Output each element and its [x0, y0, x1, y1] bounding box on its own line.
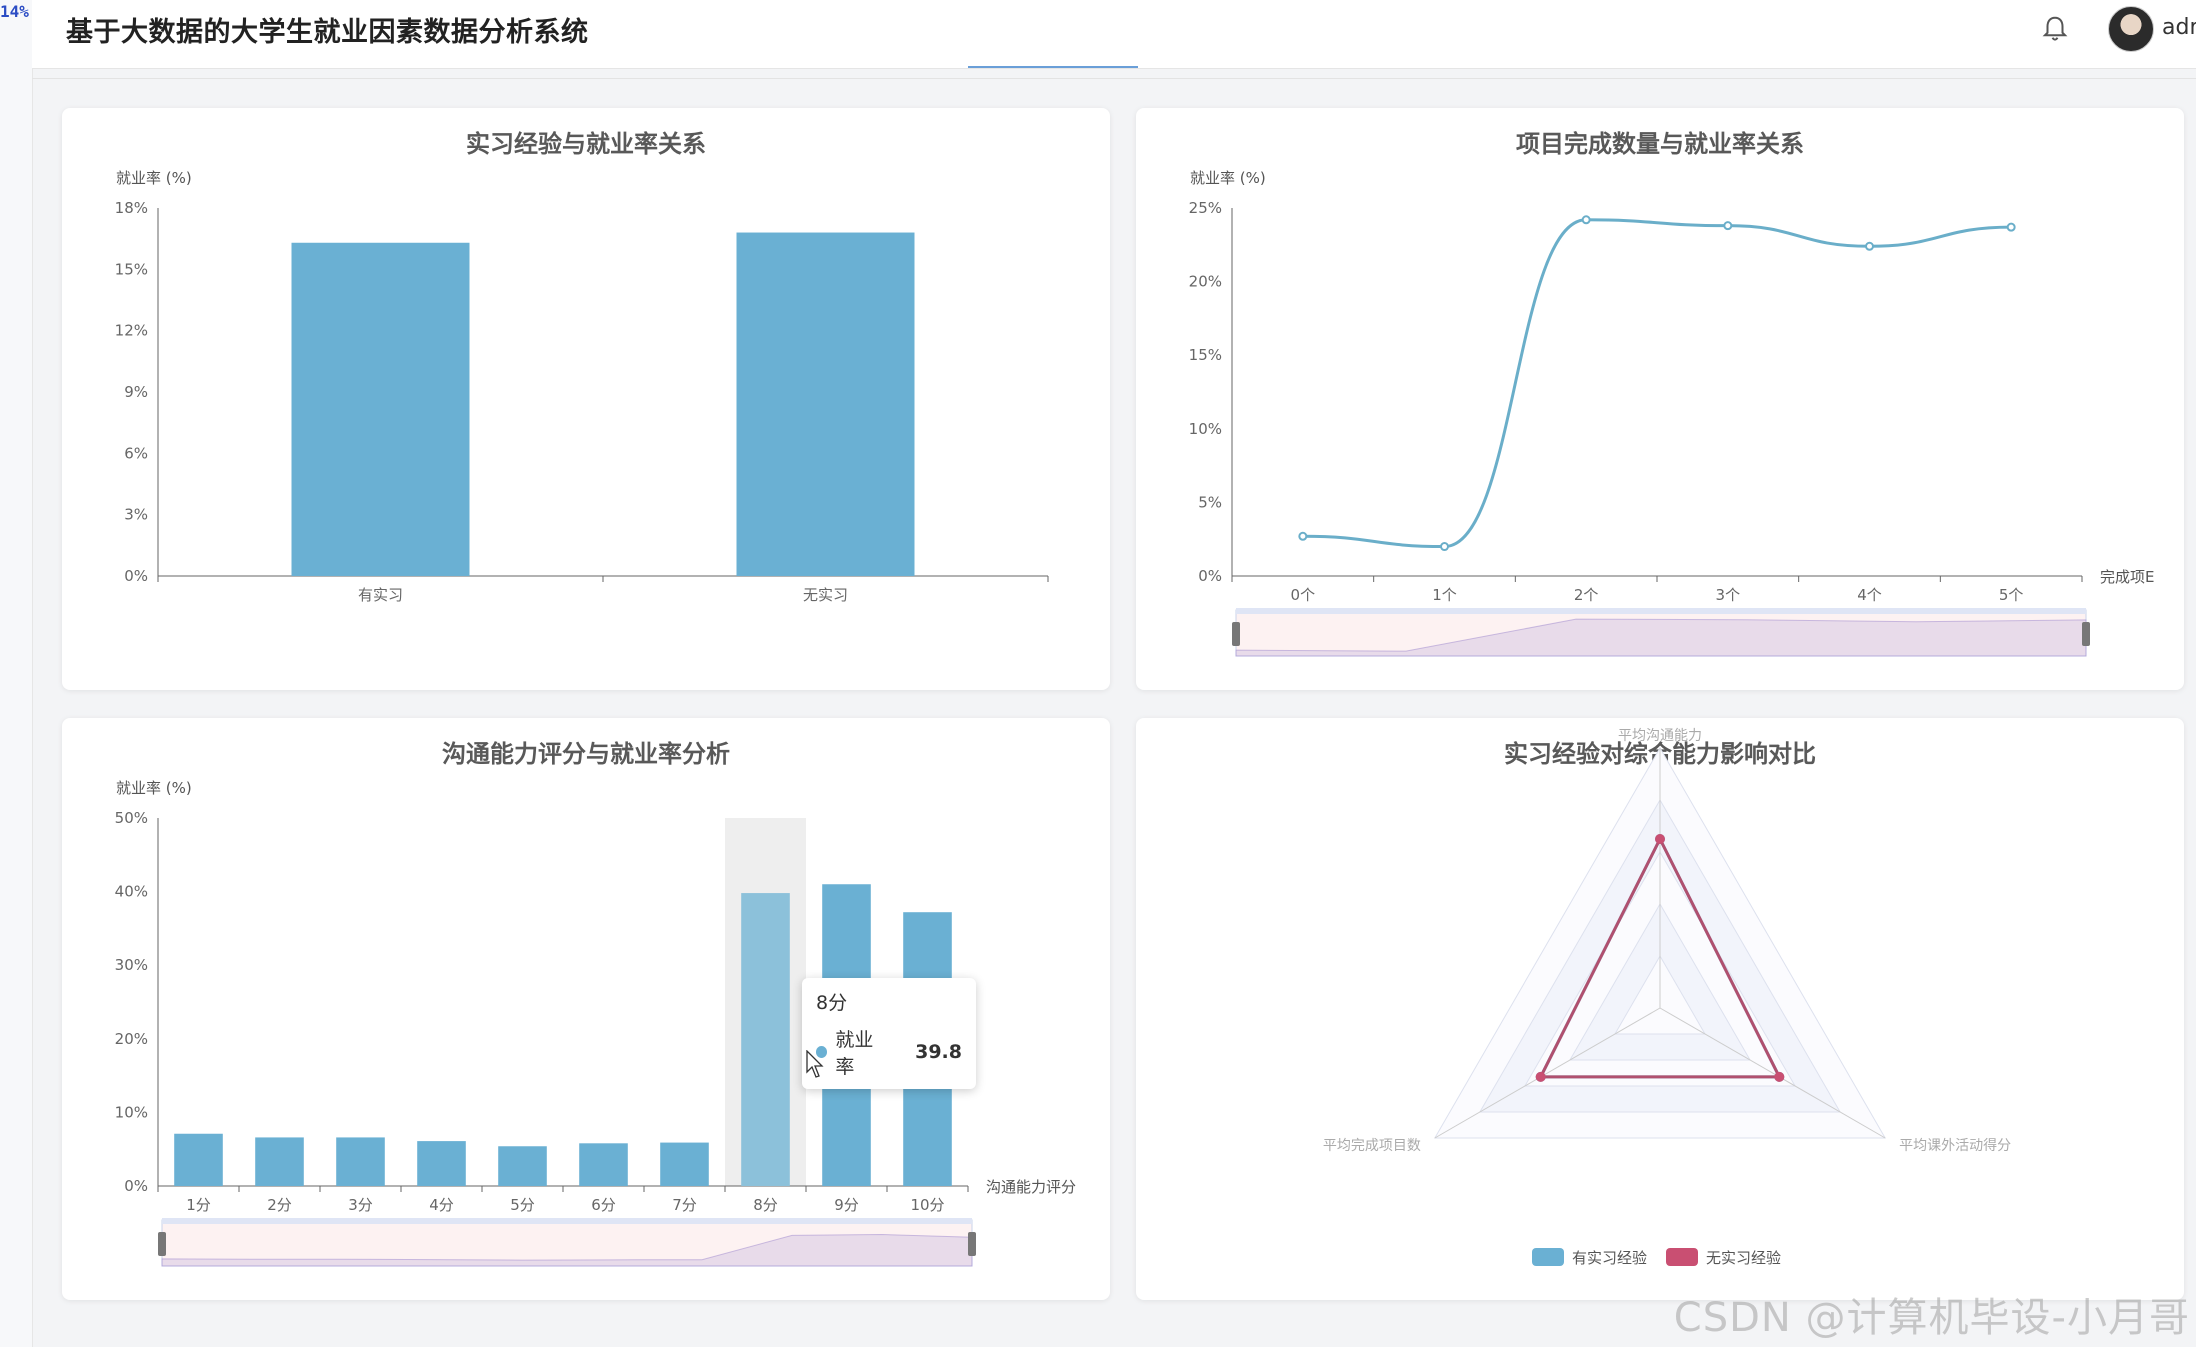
legend-swatch-无实习经验	[1666, 1248, 1698, 1266]
data-point-0个	[1298, 531, 1308, 541]
bar-5分	[498, 1146, 547, 1186]
tooltip-value: 39.8	[915, 1041, 962, 1063]
bar-1分	[174, 1133, 223, 1186]
y-tick-label: 12%	[115, 322, 148, 340]
bar-6分	[579, 1143, 628, 1186]
bar-7分	[660, 1142, 709, 1186]
legend-label: 无实习经验	[1706, 1249, 1781, 1267]
x-tick-label: 1分	[186, 1196, 211, 1214]
radar-indicator-label: 平均完成项目数	[1323, 1138, 1421, 1154]
left-sidebar-strip	[0, 0, 33, 1347]
datazoom-top-bar	[1236, 608, 2086, 614]
bar-4分	[417, 1141, 466, 1186]
radar-indicator-label: 平均沟通能力	[1618, 728, 1702, 744]
data-point-5个	[2006, 222, 2016, 232]
radar-point	[1535, 1071, 1546, 1082]
bar-3分	[336, 1137, 385, 1186]
radar-indicator-label: 平均课外活动得分	[1899, 1137, 2011, 1154]
x-tick-label: 3分	[348, 1196, 373, 1214]
radar-point	[1655, 834, 1665, 844]
y-tick-label: 6%	[124, 444, 148, 462]
chart-tooltip: 8分 就业率 39.8	[802, 978, 976, 1089]
bell-icon[interactable]	[2040, 14, 2070, 44]
y-tick-label: 0%	[124, 567, 148, 585]
x-tick-label: 6分	[591, 1196, 616, 1214]
y-tick-label: 0%	[1198, 567, 1222, 585]
radar-chart-card: 实习经验对综合能力影响对比平均沟通能力平均课外活动得分平均完成项目数有实习经验无…	[1136, 718, 2184, 1300]
radar-chart: 实习经验对综合能力影响对比平均沟通能力平均课外活动得分平均完成项目数有实习经验无…	[1323, 728, 2011, 1267]
y-tick-label: 5%	[1198, 493, 1222, 511]
header-divider	[32, 78, 2196, 79]
data-point-4个	[1865, 241, 1874, 251]
datazoom-top-bar	[162, 1218, 972, 1224]
active-tab-indicator	[968, 66, 1138, 68]
datazoom-right-handle	[2082, 622, 2090, 646]
x-tick-label: 4个	[1857, 586, 1882, 604]
x-tick-label: 3个	[1716, 586, 1741, 604]
x-tick-label: 10分	[910, 1196, 944, 1214]
data-point-3个	[1723, 221, 1733, 231]
x-tick-label: 2分	[267, 1196, 292, 1214]
bar-有实习	[291, 242, 470, 576]
chart-title: 实习经验与就业率关系	[466, 130, 706, 158]
x-tick-label: 5个	[1999, 586, 2024, 604]
y-axis-name: 就业率 (%)	[116, 169, 192, 187]
y-tick-label: 25%	[1189, 199, 1222, 217]
username[interactable]: admin	[2162, 15, 2196, 40]
x-tick-label: 4分	[429, 1196, 454, 1214]
mouse-cursor-icon	[806, 1050, 824, 1078]
y-tick-label: 9%	[124, 383, 148, 401]
internship-chart-card: 实习经验与就业率关系就业率 (%) 0% 3% 6% 9% 12% 15% 18% 有实习 无实习	[62, 108, 1110, 690]
y-tick-label: 20%	[115, 1030, 148, 1048]
y-tick-label: 15%	[1189, 346, 1222, 364]
user-avatar[interactable]	[2108, 6, 2154, 52]
x-axis-name: 沟通能力评分	[986, 1178, 1076, 1196]
y-tick-label: 40%	[115, 883, 148, 901]
datazoom-left-handle	[1232, 622, 1240, 646]
app-title: 基于大数据的大学生就业因素数据分析系统	[66, 17, 589, 48]
bar-8分	[741, 893, 790, 1186]
legend-swatch-有实习经验	[1532, 1248, 1564, 1266]
legend-label: 有实习经验	[1572, 1249, 1647, 1267]
internship-bar-chart: 实习经验与就业率关系就业率 (%) 0% 3% 6% 9% 12% 15% 18% 有实习 无实习	[115, 130, 1049, 604]
y-tick-label: 15%	[115, 260, 148, 278]
y-axis-name: 就业率 (%)	[1190, 169, 1266, 187]
projects-chart-card: 项目完成数量与就业率关系就业率 (%) 0% 5% 10% 15% 20% 25% 完成项E 0…	[1136, 108, 2184, 690]
x-tick-label: 5分	[510, 1196, 535, 1214]
x-tick-label: 无实习	[803, 586, 848, 604]
tooltip-series-name: 就业率	[835, 1029, 874, 1078]
x-tick-label: 2个	[1574, 586, 1599, 604]
projects-line-chart: 项目完成数量与就业率关系就业率 (%) 0% 5% 10% 15% 20% 25% 完成项E 0…	[1189, 130, 2154, 657]
bar-无实习	[736, 232, 915, 576]
chart-title: 项目完成数量与就业率关系	[1516, 130, 1804, 158]
x-axis-name: 完成项E	[2100, 568, 2154, 586]
y-tick-label: 18%	[115, 199, 148, 217]
watermark: CSDN @计算机毕设-小月哥	[1673, 1295, 2190, 1341]
y-tick-label: 10%	[1189, 420, 1222, 438]
x-tick-label: 7分	[672, 1196, 697, 1214]
datazoom-left-handle	[158, 1232, 166, 1256]
bar-2分	[255, 1137, 304, 1186]
series-line	[1302, 218, 2012, 549]
x-tick-label: 有实习	[358, 586, 403, 604]
y-tick-label: 20%	[1189, 273, 1222, 291]
y-tick-label: 0%	[124, 1177, 148, 1195]
x-tick-label: 8分	[753, 1196, 778, 1214]
y-tick-label: 3%	[124, 506, 148, 524]
data-point-2个	[1581, 215, 1591, 225]
datazoom-right-handle	[968, 1232, 976, 1256]
x-tick-label: 0个	[1291, 586, 1316, 604]
data-point-1个	[1440, 542, 1449, 552]
zoom-badge: 14%	[0, 2, 29, 21]
y-tick-label: 50%	[115, 809, 148, 827]
y-axis-name: 就业率 (%)	[116, 779, 192, 797]
chart-title: 沟通能力评分与就业率分析	[442, 740, 730, 768]
x-tick-label: 9分	[834, 1196, 859, 1214]
radar-point	[1774, 1071, 1785, 1082]
y-tick-label: 30%	[115, 956, 148, 974]
x-tick-label: 1个	[1432, 586, 1457, 604]
tooltip-category: 8分	[816, 992, 848, 1014]
y-tick-label: 10%	[115, 1103, 148, 1121]
top-header: 基于大数据的大学生就业因素数据分析系统 admin	[32, 0, 2196, 69]
